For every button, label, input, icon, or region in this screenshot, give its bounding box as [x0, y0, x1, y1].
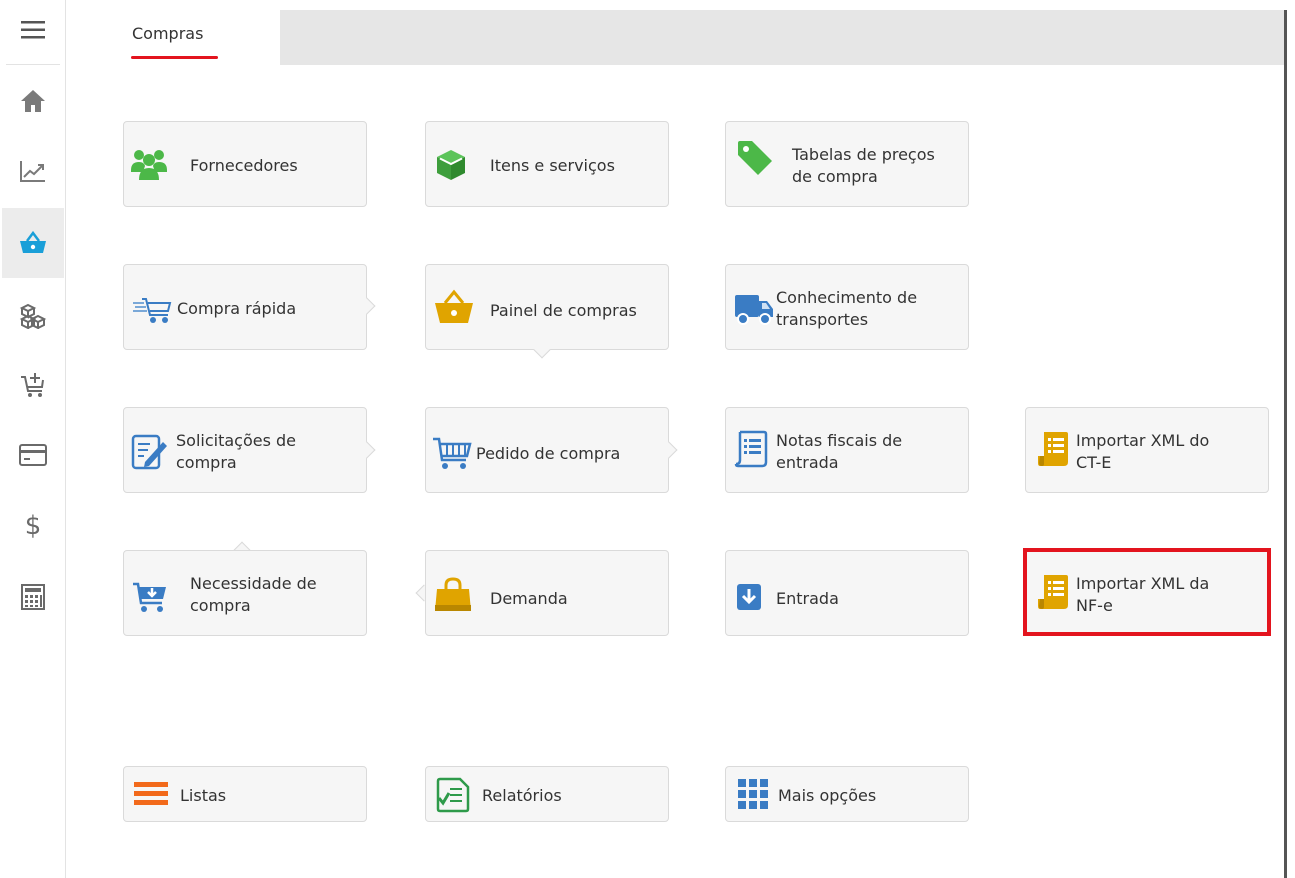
card-conhecimento-transportes[interactable]: Conhecimento de transportes: [725, 264, 969, 350]
sidebar-item-charts[interactable]: [2, 140, 64, 202]
card-notas-fiscais-entrada[interactable]: Notas fiscais de entrada: [725, 407, 969, 493]
fast-cart-icon: [132, 293, 172, 325]
cube-icon: [436, 149, 466, 181]
basket-icon: [20, 231, 46, 253]
card-conhecimento-label-1: Conhecimento de: [776, 288, 918, 307]
cart-icon: [432, 436, 472, 470]
card-importar-xml-nfe[interactable]: Importar XML da NF-e: [1025, 550, 1269, 636]
card-listas-label: Listas: [180, 786, 227, 805]
card-pedido-compra[interactable]: Pedido de compra: [425, 407, 669, 493]
window-edge: [1284, 10, 1295, 878]
card-importar-xml-cte[interactable]: Importar XML do CT-E: [1025, 407, 1269, 493]
edit-document-icon: [130, 432, 168, 470]
tab-bar: [280, 10, 1290, 65]
card-demanda-label: Demanda: [490, 589, 568, 608]
cart-add-icon: [21, 373, 44, 397]
card-notas-label-2: entrada: [776, 453, 839, 472]
home-icon: [21, 90, 45, 112]
card-tabelas-precos[interactable]: Tabelas de preços de compra: [725, 121, 969, 207]
sidebar: $: [0, 0, 66, 878]
card-solicitacoes-label-2: compra: [176, 453, 237, 472]
card-painel-compras[interactable]: Painel de compras: [425, 264, 669, 350]
sidebar-item-dinheiro[interactable]: $: [2, 494, 64, 556]
truck-icon: [734, 291, 774, 327]
download-box-icon: [736, 583, 762, 611]
sidebar-item-estoque[interactable]: [2, 285, 64, 347]
tab-compras-label: Compras: [132, 24, 204, 43]
cart-down-icon: [132, 581, 168, 613]
card-tabelas-label-2: de compra: [792, 167, 878, 186]
card-importar-nfe-label-2: NF-e: [1076, 596, 1113, 615]
card-itens-servicos[interactable]: Itens e serviços: [425, 121, 669, 207]
list-icon: [134, 781, 168, 807]
card-entrada[interactable]: Entrada: [725, 550, 969, 636]
card-necessidade-label-1: Necessidade de: [190, 574, 317, 593]
chart-icon: [20, 161, 45, 182]
sidebar-item-home[interactable]: [2, 70, 64, 132]
card-fornecedores-label: Fornecedores: [190, 156, 298, 175]
card-icon: [19, 444, 47, 466]
card-itens-label: Itens e serviços: [490, 156, 615, 175]
report-icon: [436, 777, 470, 813]
card-importar-cte-label-2: CT-E: [1076, 453, 1112, 472]
sidebar-item-vendas[interactable]: [2, 354, 64, 416]
receipt-icon: [1036, 573, 1070, 613]
tag-icon: [736, 139, 774, 177]
card-importar-cte-label-1: Importar XML do: [1076, 431, 1210, 450]
card-pedido-label: Pedido de compra: [476, 444, 621, 463]
card-entrada-label: Entrada: [776, 589, 839, 608]
grid-icon: [738, 779, 768, 809]
card-importar-nfe-label-1: Importar XML da: [1076, 574, 1210, 593]
card-relatorios-label: Relatórios: [482, 786, 562, 805]
card-necessidade-label-2: compra: [190, 596, 251, 615]
shopping-bag-icon: [434, 577, 472, 613]
svg-text:$: $: [25, 511, 42, 540]
tab-compras[interactable]: Compras: [100, 10, 280, 65]
menu-button[interactable]: [2, 2, 64, 58]
card-fornecedores[interactable]: Fornecedores: [123, 121, 367, 207]
users-icon: [130, 148, 168, 180]
basket-icon: [434, 289, 474, 325]
card-conhecimento-label-2: transportes: [776, 310, 869, 329]
menu-icon: [21, 21, 45, 39]
card-mais-opcoes[interactable]: Mais opções: [725, 766, 969, 822]
sidebar-divider: [6, 64, 60, 65]
card-listas[interactable]: Listas: [123, 766, 367, 822]
card-mais-label: Mais opções: [778, 786, 877, 805]
sidebar-item-financeiro[interactable]: [2, 424, 64, 486]
tab-active-underline: [131, 56, 218, 59]
document-list-icon: [734, 430, 768, 470]
receipt-icon: [1036, 430, 1070, 470]
dollar-icon: $: [25, 511, 42, 540]
card-solicitacoes-label-1: Solicitações de: [176, 431, 297, 450]
card-painel-label: Painel de compras: [490, 301, 637, 320]
card-compra-rapida-label: Compra rápida: [177, 299, 297, 318]
boxes-icon: [19, 303, 47, 329]
card-relatorios[interactable]: Relatórios: [425, 766, 669, 822]
card-demanda[interactable]: Demanda: [425, 550, 669, 636]
calculator-icon: [21, 584, 45, 610]
card-solicitacoes-compra[interactable]: Solicitações de compra: [123, 407, 367, 493]
sidebar-item-compras[interactable]: [2, 208, 64, 278]
card-tabelas-label-1: Tabelas de preços: [792, 145, 935, 164]
card-compra-rapida[interactable]: Compra rápida: [123, 264, 367, 350]
card-necessidade-compra[interactable]: Necessidade de compra: [123, 550, 367, 636]
card-notas-label-1: Notas fiscais de: [776, 431, 903, 450]
sidebar-item-calculadora[interactable]: [2, 566, 64, 628]
